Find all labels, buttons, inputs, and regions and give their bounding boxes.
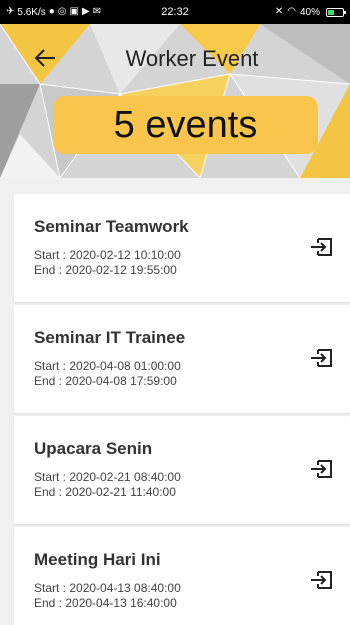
page-title: Worker Event xyxy=(125,46,259,71)
login-enter-icon xyxy=(311,349,332,367)
battery-percent: 40% xyxy=(299,6,320,18)
event-list: Seminar Teamwork Start : 2020-02-12 10:1… xyxy=(0,178,350,625)
status-bar: ✈ 5.6K/s ● ◎ ▣ ▶ ✉ 22:32 ✕ ◠ 40% xyxy=(0,0,350,24)
youtube-icon: ▶ xyxy=(81,6,90,17)
event-start: Start : 2020-04-13 08:40:00 xyxy=(34,581,181,595)
event-title: Seminar IT Trainee xyxy=(34,328,186,347)
login-enter-icon xyxy=(311,238,332,256)
event-title: Seminar Teamwork xyxy=(34,217,189,236)
gallery-icon: ▣ xyxy=(69,6,79,17)
event-start: Start : 2020-02-12 10:10:00 xyxy=(34,248,181,262)
battery-level xyxy=(328,9,334,15)
login-enter-icon xyxy=(311,571,332,589)
clock: 22:32 xyxy=(161,6,189,18)
event-start: Start : 2020-02-21 08:40:00 xyxy=(34,470,181,484)
battery-icon xyxy=(326,7,346,17)
status-right-group: ✕ ◠ 40% xyxy=(274,6,346,18)
enter-event-button[interactable] xyxy=(308,567,336,593)
whatsapp-icon: ◎ xyxy=(57,6,67,17)
status-left-group: ✈ 5.6K/s ● ◎ ▣ ▶ ✉ xyxy=(6,7,101,18)
event-card[interactable]: Seminar Teamwork Start : 2020-02-12 10:1… xyxy=(14,194,350,302)
wifi-icon: ◠ xyxy=(287,6,296,17)
airplane-icon: ✈ xyxy=(6,6,15,17)
event-end: End : 2020-02-21 11:40:00 xyxy=(34,485,176,499)
event-title: Upacara Senin xyxy=(34,439,153,458)
event-title: Meeting Hari Ini xyxy=(34,550,161,569)
login-enter-icon xyxy=(311,460,332,478)
network-speed: 5.6K/s xyxy=(17,6,46,18)
event-card[interactable]: Upacara Senin Start : 2020-02-21 08:40:0… xyxy=(14,416,350,524)
event-start: Start : 2020-04-08 01:00:00 xyxy=(34,359,181,373)
event-end: End : 2020-04-08 17:59:00 xyxy=(34,374,177,388)
event-card[interactable]: Seminar IT Trainee Start : 2020-04-08 01… xyxy=(14,305,350,413)
enter-event-button[interactable] xyxy=(308,345,336,371)
header-banner: Worker Event 5 events xyxy=(0,24,350,178)
event-count-badge: 5 events xyxy=(53,96,318,154)
mute-icon: ✕ xyxy=(274,6,284,17)
event-end: End : 2020-04-13 16:40:00 xyxy=(34,596,177,610)
message-icon: ✉ xyxy=(92,6,102,17)
chat-icon: ● xyxy=(48,6,55,17)
enter-event-button[interactable] xyxy=(308,234,336,260)
enter-event-button[interactable] xyxy=(308,456,336,482)
event-card[interactable]: Meeting Hari Ini Start : 2020-04-13 08:4… xyxy=(14,527,350,625)
event-end: End : 2020-02-12 19:55:00 xyxy=(34,263,177,277)
